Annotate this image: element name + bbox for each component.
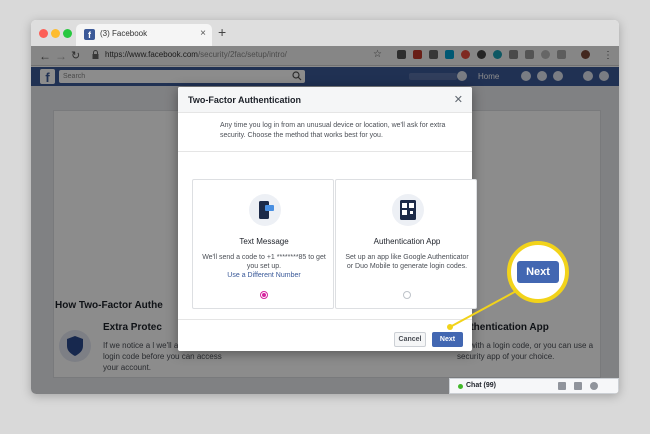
modal-intro-text: Any time you log in from an unusual devi… [220, 122, 446, 139]
compose-icon[interactable] [558, 382, 566, 390]
close-icon[interactable]: ✕ [454, 94, 463, 106]
next-button-callout: Next [507, 241, 569, 303]
text-message-radio[interactable] [260, 291, 268, 299]
group-chat-icon[interactable] [574, 382, 582, 390]
phone-sms-icon [249, 194, 281, 226]
option-description-text: We'll send a code to +1 ********85 to ge… [202, 254, 326, 270]
online-status-icon [458, 384, 463, 389]
option-title: Text Message [239, 237, 289, 246]
chat-label: Chat (99) [466, 382, 496, 389]
tab-title: (3) Facebook [100, 29, 148, 38]
option-description: Set up an app like Google Authenticator … [345, 254, 469, 270]
new-tab-icon[interactable]: + [218, 24, 226, 40]
chat-bar[interactable]: Chat (99) [449, 378, 619, 394]
use-different-number-link[interactable]: Use a Different Number [227, 272, 300, 279]
authentication-app-option[interactable]: Authentication App Set up an app like Go… [335, 179, 477, 309]
modal-header: Two-Factor Authentication ✕ [178, 87, 472, 113]
footer-divider [178, 319, 472, 320]
maximize-window-button[interactable] [63, 29, 72, 38]
text-message-option[interactable]: Text Message We'll send a code to +1 ***… [192, 179, 334, 309]
cancel-button[interactable]: Cancel [394, 332, 426, 347]
option-description: We'll send a code to +1 ********85 to ge… [201, 253, 327, 280]
next-button[interactable]: Next [432, 332, 463, 347]
facebook-favicon-icon: f [84, 29, 95, 40]
browser-tab[interactable]: f (3) Facebook × [76, 24, 212, 46]
minimize-window-button[interactable] [51, 29, 60, 38]
close-window-button[interactable] [39, 29, 48, 38]
callout-next-label: Next [517, 261, 559, 283]
chat-settings-gear-icon[interactable] [590, 382, 598, 390]
divider [178, 151, 472, 152]
tab-bar: f (3) Facebook × + [31, 20, 619, 46]
authentication-app-radio[interactable] [403, 291, 411, 299]
two-factor-modal: Two-Factor Authentication ✕ Any time you… [178, 87, 477, 351]
qr-code-phone-icon [392, 194, 424, 226]
option-title: Authentication App [373, 237, 441, 246]
browser-window: f (3) Facebook × + ← → ↻ https://www.fac… [31, 20, 619, 394]
modal-title: Two-Factor Authentication [188, 95, 301, 105]
tab-close-icon[interactable]: × [200, 28, 206, 40]
